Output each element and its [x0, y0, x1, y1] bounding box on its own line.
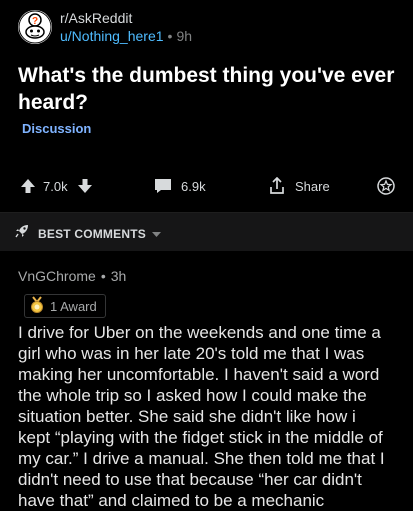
comment-body-line: kept “playing with the fidget stick in t…: [18, 428, 383, 447]
post-title[interactable]: What's the dumbest thing you've ever hea…: [18, 62, 398, 116]
subreddit-name[interactable]: r/AskReddit: [60, 10, 132, 26]
comment-meta-separator: •: [100, 268, 106, 284]
post-action-bar: 7.0k 6.9k Share: [0, 172, 413, 200]
comment-body-line: situation better. She said she didn't li…: [18, 407, 356, 426]
sort-selector[interactable]: BEST COMMENTS: [14, 223, 161, 244]
subreddit-avatar-icon[interactable]: ?: [18, 10, 52, 44]
sort-label: BEST COMMENTS: [38, 226, 146, 241]
award-button[interactable]: [377, 172, 395, 200]
comment-count: 6.9k: [181, 178, 206, 194]
award-medal-icon: [29, 296, 45, 316]
post-author-link[interactable]: u/Nothing_here1: [60, 28, 164, 44]
award-label: 1 Award: [50, 298, 97, 314]
comment-body-line: making her uncomfortable. I haven't said…: [18, 365, 380, 384]
post-header: ? r/AskReddit u/Nothing_here1 • 9h: [14, 8, 404, 48]
comment-body: I drive for Uber on the weekends and one…: [18, 322, 410, 511]
vote-group: 7.0k: [20, 172, 93, 200]
share-icon: [269, 177, 285, 195]
share-button[interactable]: Share: [269, 172, 330, 200]
comment-author[interactable]: VnGChrome: [18, 268, 96, 284]
rocket-icon: [14, 223, 30, 244]
award-icon: [377, 177, 395, 195]
post-time: 9h: [176, 28, 193, 44]
comment-body-line: the whole trip so I asked how I could ma…: [18, 386, 367, 405]
downvote-icon[interactable]: [77, 178, 93, 194]
comment-body-line: my car.” I drive a manual. She then told…: [18, 449, 385, 468]
post-flair-badge[interactable]: Discussion: [18, 119, 95, 139]
comment-body-line: have that” and claimed to be a mechanic: [18, 491, 325, 510]
comment-sort-bar: BEST COMMENTS: [0, 213, 413, 251]
comment-body-line: didn't need to use that because “her car…: [18, 470, 362, 489]
comments-button[interactable]: 6.9k: [154, 172, 206, 200]
comment-time: 3h: [110, 268, 127, 284]
chevron-down-icon: [151, 225, 161, 243]
post-meta: u/Nothing_here1 • 9h: [60, 28, 192, 44]
upvote-icon[interactable]: [20, 178, 36, 194]
comment-body-line: I drive for Uber on the weekends and one…: [18, 323, 381, 342]
comment-body-line: girl who was in her late 20's told me th…: [18, 344, 365, 363]
share-label: Share: [295, 178, 330, 194]
vote-count: 7.0k: [43, 178, 68, 194]
comment-icon: [154, 178, 172, 194]
comment-award-badge[interactable]: 1 Award: [24, 294, 106, 318]
comment-meta: VnGChrome • 3h: [18, 268, 126, 284]
meta-separator: •: [167, 28, 173, 44]
